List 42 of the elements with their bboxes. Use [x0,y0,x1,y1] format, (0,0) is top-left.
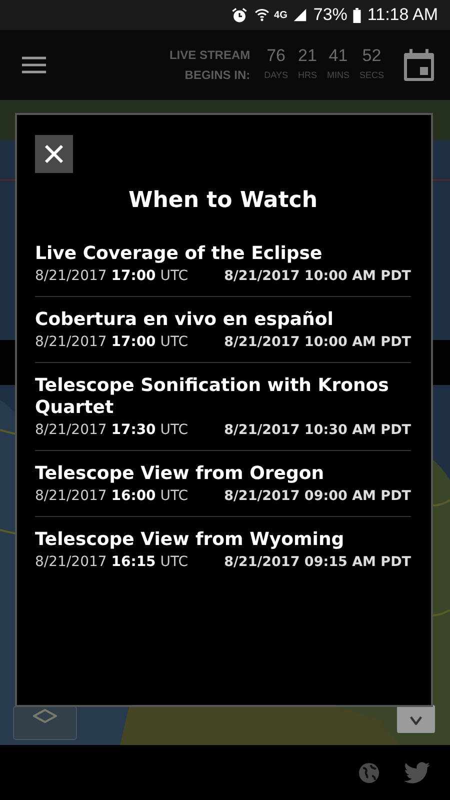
countdown-value: 52 [362,45,382,67]
battery-icon [353,8,362,22]
countdown-label: LIVE STREAM [169,47,250,64]
event-title: Live Coverage of the Eclipse [35,243,324,265]
utc-time: 8/21/2017 16:15 UTC [35,554,188,570]
close-icon[interactable] [44,144,64,164]
countdown-value: 76 [266,45,286,67]
countdown-value: 21 [298,45,317,67]
countdown-unit: SECS [359,69,384,82]
event-title: Telescope Sonification with Kronos Quartet [35,375,390,419]
event-title: Telescope View from Wyoming [35,529,346,551]
layers-button[interactable] [13,706,77,740]
event-title: Telescope View from Oregon [35,463,326,485]
chevron-down-icon[interactable] [410,716,422,725]
countdown-unit: DAYS [264,69,288,82]
local-time: 8/21/2017 10:00 AM PDT [224,334,411,350]
utc-time: 8/21/2017 17:00 UTC [35,334,188,350]
countdown-unit: HRS [298,69,317,82]
alarm-icon [231,6,248,24]
local-time: 8/21/2017 10:00 AM PDT [224,268,411,284]
signal-icon [293,8,308,22]
countdown-value: 41 [328,45,348,67]
countdown-unit: MINS [326,69,350,82]
network-label: 4G [274,10,288,20]
bird-icon[interactable] [404,762,430,784]
countdown-label: BEGINS IN: [184,67,250,84]
battery-percent: 73% [313,5,348,25]
local-time: 8/21/2017 09:00 AM PDT [224,488,411,504]
calendar-button[interactable] [404,49,434,81]
clock-time: 11:18 AM [367,5,438,25]
close-button[interactable] [35,135,73,173]
utc-time: 8/21/2017 16:00 UTC [35,488,188,504]
expand-button[interactable] [397,705,435,733]
utc-time: 8/21/2017 17:00 UTC [35,268,188,284]
menu-button[interactable] [22,56,46,74]
wifi-icon [254,7,270,23]
utc-time: 8/21/2017 17:30 UTC [35,422,188,438]
local-time: 8/21/2017 09:15 AM PDT [224,554,411,570]
layers-icon[interactable] [33,709,57,725]
local-time: 8/21/2017 10:30 AM PDT [224,422,411,438]
event-title: Cobertura en vivo en español [35,309,334,331]
dialog-title: When to Watch [127,188,318,213]
